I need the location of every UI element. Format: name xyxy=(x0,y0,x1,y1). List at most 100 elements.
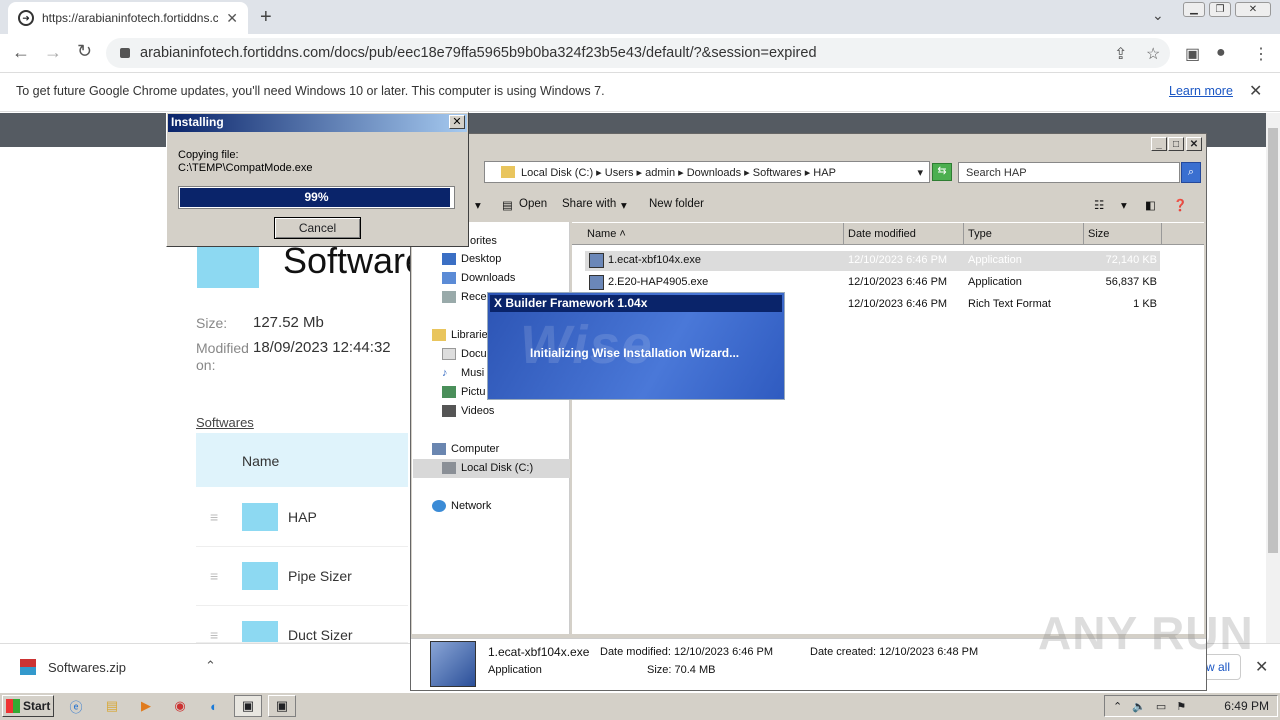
name-column-header[interactable]: Name xyxy=(196,433,408,487)
drag-handle-icon[interactable]: ≡ xyxy=(210,509,218,525)
nav-computer[interactable]: Computer xyxy=(432,443,499,455)
breadcrumb[interactable]: Softwares xyxy=(196,415,254,430)
views-icon[interactable]: ☷ xyxy=(1094,198,1104,212)
tab-title: https://arabianinfotech.fortiddns.co xyxy=(42,11,219,25)
share-with-button[interactable]: Share with xyxy=(562,198,616,210)
sort-ascending-icon: ˄ xyxy=(619,228,626,240)
nav-network[interactable]: Network xyxy=(432,500,491,512)
explorer-address-bar[interactable]: Local Disk (C:) ▸ Users ▸ admin ▸ Downlo… xyxy=(484,161,930,183)
explorer-search-input[interactable]: Search HAP xyxy=(958,162,1180,183)
column-size[interactable]: Size xyxy=(1082,223,1162,245)
installing-title[interactable]: Installing xyxy=(168,114,467,132)
organize-dropdown-icon[interactable]: ▾ xyxy=(475,198,481,212)
column-type[interactable]: Type xyxy=(962,223,1084,245)
learn-more-link[interactable]: Learn more xyxy=(1169,84,1233,98)
explorer-close-button[interactable]: ✕ xyxy=(1186,137,1202,151)
bookmark-star-icon[interactable]: ☆ xyxy=(1146,44,1160,64)
file-row[interactable]: 2.E20-HAP4905.exe 12/10/2023 6:46 PM App… xyxy=(585,273,1160,293)
nav-libraries[interactable]: Librarie xyxy=(432,329,488,341)
infobar-close-icon[interactable]: ✕ xyxy=(1249,81,1262,101)
share-icon[interactable]: ⇪ xyxy=(1114,44,1127,64)
media-player-icon[interactable]: ▶ xyxy=(132,695,160,717)
minimize-button[interactable]: ▁ xyxy=(1183,2,1205,17)
nav-desktop[interactable]: Desktop xyxy=(442,253,501,265)
chevron-up-icon[interactable]: ⌃ xyxy=(205,658,216,674)
folder-row[interactable]: ≡ Duct Sizer xyxy=(196,607,408,643)
explorer-icon[interactable]: ▤ xyxy=(98,695,126,717)
forward-button[interactable]: → xyxy=(44,42,62,63)
anyrun-watermark: ANY RUN xyxy=(1038,607,1254,659)
tab-search-icon[interactable]: ⌄ xyxy=(1152,7,1164,24)
file-type: Rich Text Format xyxy=(968,298,1051,310)
drag-handle-icon[interactable]: ≡ xyxy=(210,627,218,642)
help-icon[interactable]: ❓ xyxy=(1173,198,1187,212)
explorer-maximize-button[interactable]: □ xyxy=(1168,137,1184,151)
clock[interactable]: 6:49 PM xyxy=(1224,699,1269,713)
new-tab-button[interactable]: + xyxy=(260,6,272,29)
back-button[interactable]: ← xyxy=(12,42,30,63)
chrome-icon[interactable]: ◉ xyxy=(166,695,194,717)
installer-task-icon[interactable]: ▣ xyxy=(268,695,296,717)
download-filename[interactable]: Softwares.zip xyxy=(48,660,126,675)
nav-pictures[interactable]: Pictu xyxy=(442,386,485,398)
nav-recent[interactable]: Rece xyxy=(442,291,487,303)
explorer-minimize-button[interactable]: _ xyxy=(1151,137,1167,151)
ie-icon[interactable]: ⓔ xyxy=(62,695,90,717)
side-panel-icon[interactable]: ▣ xyxy=(1185,44,1200,64)
close-window-button[interactable]: ✕ xyxy=(1235,2,1271,17)
installer-task-icon[interactable]: ▣ xyxy=(234,695,262,717)
edge-icon[interactable]: ◐ xyxy=(200,695,228,717)
explorer-titlebar[interactable] xyxy=(411,134,1206,154)
flag-icon[interactable]: ⚑ xyxy=(1176,700,1186,713)
folder-row[interactable]: ≡ Pipe Sizer xyxy=(196,548,408,606)
refresh-icon[interactable]: ⇆ xyxy=(932,163,952,181)
nav-documents[interactable]: Docu xyxy=(442,348,487,360)
new-folder-button[interactable]: New folder xyxy=(649,198,704,210)
scrollbar-thumb[interactable] xyxy=(1268,128,1278,553)
nav-local-disk[interactable]: Local Disk (C:) xyxy=(442,462,533,474)
preview-pane-icon[interactable]: ◧ xyxy=(1145,198,1156,212)
lock-icon xyxy=(120,48,130,58)
nav-label: Docu xyxy=(461,348,487,360)
network-tray-icon[interactable]: ▭ xyxy=(1156,700,1166,713)
close-tab-icon[interactable]: ✕ xyxy=(226,10,238,27)
drag-handle-icon[interactable]: ≡ xyxy=(210,568,218,584)
details-type: Application xyxy=(488,664,542,676)
views-dropdown-icon[interactable]: ▾ xyxy=(1121,198,1127,212)
browser-tab[interactable]: ➜ https://arabianinfotech.fortiddns.co ✕ xyxy=(8,2,248,34)
file-row[interactable]: 1.ecat-xbf104x.exe 12/10/2023 6:46 PM Ap… xyxy=(585,251,1160,271)
reload-button[interactable]: ↻ xyxy=(77,41,92,62)
share-dropdown-icon[interactable]: ▾ xyxy=(621,198,627,212)
downloads-icon xyxy=(442,272,456,284)
nav-label: Videos xyxy=(461,405,495,417)
nav-downloads[interactable]: Downloads xyxy=(442,272,515,284)
size-label: Size: xyxy=(196,315,228,331)
nav-videos[interactable]: Videos xyxy=(442,405,494,417)
cancel-button[interactable]: Cancel xyxy=(274,217,361,239)
address-bar[interactable]: arabianinfotech.fortiddns.com/docs/pub/e… xyxy=(106,38,1170,68)
nav-favorites[interactable]: orites xyxy=(470,235,497,247)
profile-icon[interactable]: ● xyxy=(1216,44,1226,62)
open-button[interactable]: Open xyxy=(519,198,547,210)
folder-row[interactable]: ≡ HAP xyxy=(196,489,408,547)
search-icon[interactable]: ⌕ xyxy=(1181,162,1201,183)
column-name[interactable]: Name ˄ xyxy=(581,223,844,245)
nav-music[interactable]: ♪ Musi xyxy=(442,367,484,379)
music-icon: ♪ xyxy=(442,367,448,379)
start-button[interactable]: Start xyxy=(2,695,54,717)
menu-icon[interactable]: ⋮ xyxy=(1253,44,1269,64)
restore-button[interactable]: ❐ xyxy=(1209,2,1231,17)
size-value: 127.52 Mb xyxy=(253,314,324,331)
address-dropdown-icon[interactable]: ▾ xyxy=(917,166,923,179)
show-hidden-icons-icon[interactable]: ⌃ xyxy=(1113,700,1122,713)
wise-title: X Builder Framework 1.04x xyxy=(490,295,782,312)
documents-icon xyxy=(442,348,456,360)
dialog-close-icon[interactable]: ✕ xyxy=(449,115,465,129)
column-date[interactable]: Date modified xyxy=(842,223,964,245)
download-bar-close-icon[interactable]: ✕ xyxy=(1255,657,1268,677)
folder-icon xyxy=(242,621,278,642)
folder-name: Duct Sizer xyxy=(288,627,353,643)
open-icon: ▤ xyxy=(502,200,513,212)
nav-label: Librarie xyxy=(451,329,488,341)
volume-icon[interactable]: 🔈 xyxy=(1132,700,1146,713)
